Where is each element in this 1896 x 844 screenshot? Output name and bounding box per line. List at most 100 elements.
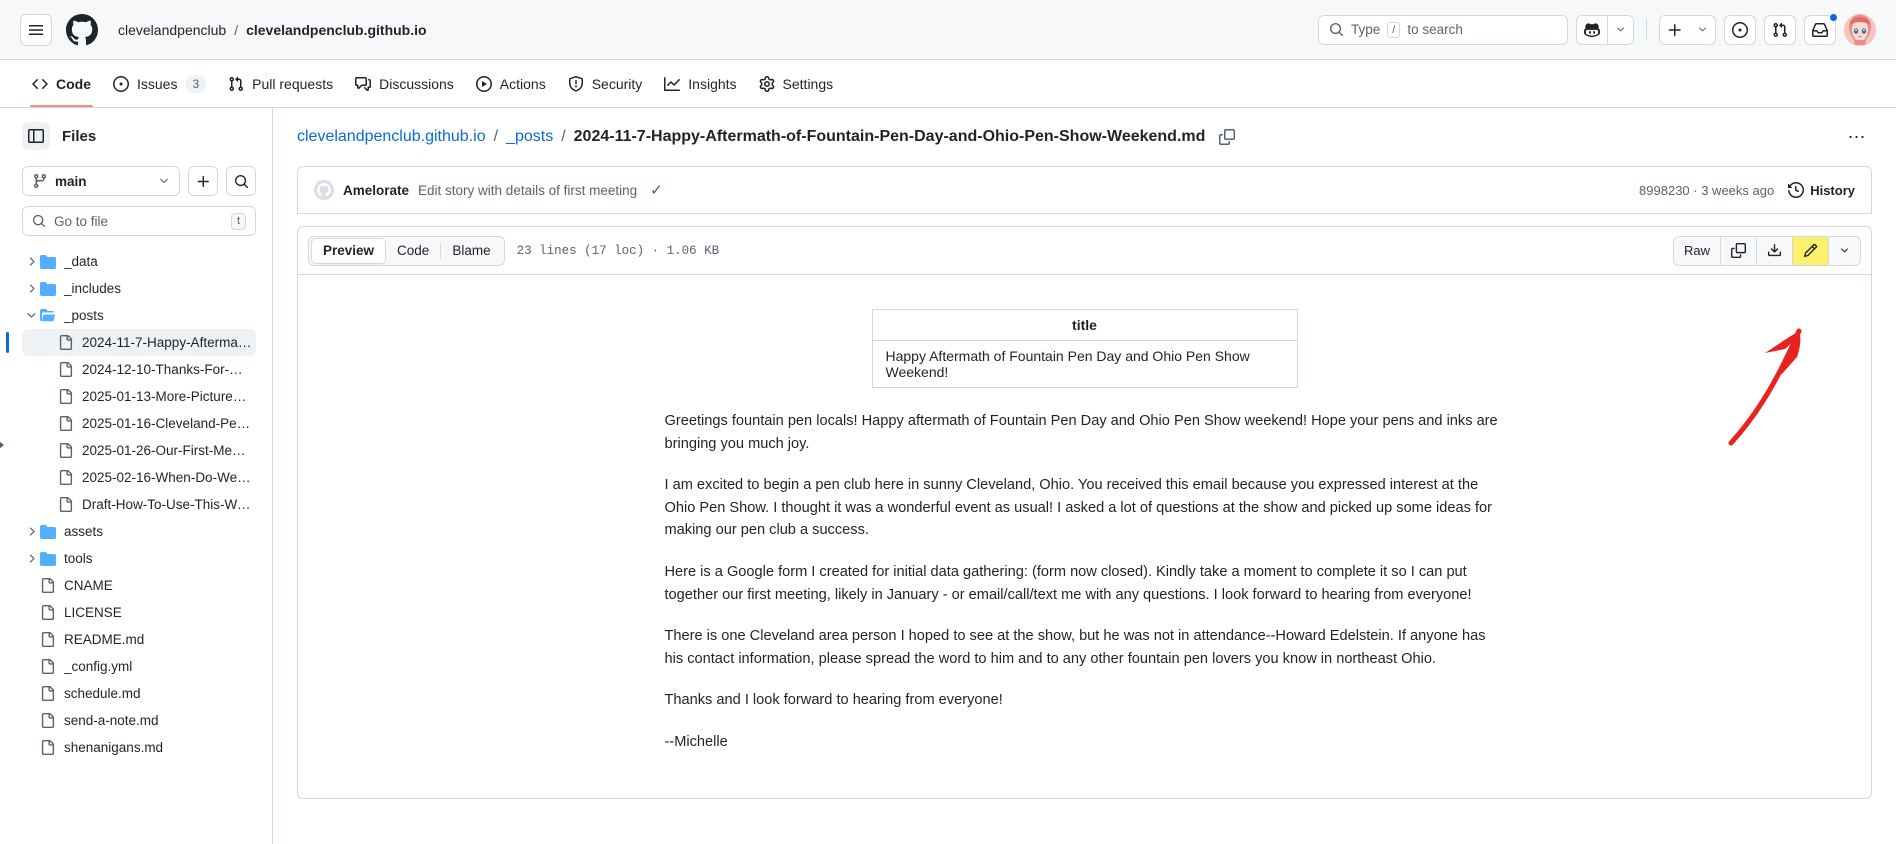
repo-nav-issues[interactable]: Issues 3 — [103, 60, 216, 107]
header-owner-link[interactable]: clevelandpenclub — [118, 22, 226, 38]
tree-item-label: schedule.md — [64, 686, 141, 701]
tree-file-row[interactable]: 2025-01-26-Our-First-Meeting.... — [22, 437, 256, 464]
repo-nav-discussions[interactable]: Discussions — [345, 60, 464, 107]
create-new-dropdown-chevron[interactable] — [1690, 16, 1715, 44]
notifications-button[interactable] — [1804, 12, 1838, 45]
triangle-right-icon — [0, 441, 4, 449]
tree-folder-row[interactable]: assets — [22, 518, 256, 545]
tree-file-row[interactable]: README.md — [22, 626, 256, 653]
copilot-button[interactable] — [1576, 14, 1634, 45]
folder-icon — [40, 308, 55, 321]
search-files-button[interactable] — [226, 166, 256, 196]
create-new-button[interactable] — [1659, 14, 1716, 45]
tree-file-row[interactable]: schedule.md — [22, 680, 256, 707]
breadcrumb-repo-link[interactable]: clevelandpenclub.github.io — [297, 128, 486, 146]
sidebar-resize-handle[interactable] — [0, 438, 7, 452]
file-icon — [59, 335, 73, 350]
download-raw-file-button[interactable] — [1757, 236, 1793, 265]
copy-path-button[interactable] — [1219, 129, 1236, 145]
tree-file-row[interactable]: 2025-02-16-When-Do-We-Mee... — [22, 464, 256, 491]
raw-button[interactable]: Raw — [1673, 236, 1721, 265]
branch-selector[interactable]: main — [22, 166, 180, 196]
file-icon — [40, 686, 64, 701]
tree-item-label: CNAME — [64, 578, 113, 593]
chevron-right-icon — [29, 527, 35, 536]
folder-icon — [40, 254, 64, 270]
search-placeholder-prefix: Type — [1351, 22, 1381, 37]
search-icon — [234, 174, 248, 188]
repo-nav-pull-requests-label: Pull requests — [252, 75, 334, 92]
tree-file-row[interactable]: 2025-01-16-Cleveland-Pen-Clu... — [22, 410, 256, 437]
file-icon — [58, 416, 82, 431]
github-mark-icon — [317, 183, 331, 197]
copilot-icon-wrap[interactable] — [1577, 16, 1607, 44]
go-to-file-input[interactable]: Go to file t — [22, 206, 256, 236]
repo-nav-insights[interactable]: Insights — [654, 60, 746, 107]
file-icon — [59, 443, 73, 458]
your-issues-button[interactable] — [1724, 14, 1756, 45]
edit-file-pencil-icon — [1803, 243, 1818, 258]
add-file-button[interactable] — [188, 166, 218, 196]
chevron-down-icon — [1617, 27, 1624, 32]
issue-opened-icon — [113, 75, 129, 92]
commit-author-avatar[interactable] — [314, 180, 334, 200]
more-options-button[interactable]: ⋯ — [1842, 122, 1872, 152]
global-menu-button[interactable] — [20, 13, 52, 46]
edit-options-dropdown-button[interactable] — [1829, 236, 1860, 265]
file-toolbar: Preview Code Blame 23 lines (17 loc) · 1… — [298, 227, 1871, 275]
history-link[interactable]: History — [1788, 182, 1855, 198]
file-icon — [58, 389, 82, 404]
plus-icon-wrap[interactable] — [1660, 16, 1690, 44]
copilot-dropdown-chevron[interactable] — [1608, 16, 1633, 44]
tree-file-row[interactable]: 2024-11-7-Happy-Aftermath-of... — [6, 329, 256, 356]
search-input[interactable]: Type / to search — [1318, 14, 1568, 45]
toggle-sidebar-button[interactable] — [22, 122, 50, 150]
tree-folder-row[interactable]: _data — [22, 248, 256, 275]
file-content-area: clevelandpenclub.github.io / _posts / 20… — [273, 108, 1896, 844]
tab-code[interactable]: Code — [386, 238, 440, 264]
github-logo[interactable] — [66, 13, 98, 46]
page-layout: Files main Go to file t _data _includes … — [0, 108, 1896, 844]
tree-file-row[interactable]: CNAME — [22, 572, 256, 599]
history-label: History — [1810, 182, 1855, 198]
commit-author-name[interactable]: Amelorate — [343, 183, 409, 198]
file-icon — [41, 605, 55, 620]
search-slash-key: / — [1387, 21, 1401, 38]
tree-file-row[interactable]: 2025-01-13-More-Pictures-of-t... — [22, 383, 256, 410]
play-icon — [475, 75, 492, 92]
user-avatar[interactable] — [1844, 13, 1876, 46]
tree-item-label: tools — [64, 551, 93, 566]
copy-raw-content-button[interactable] — [1721, 236, 1757, 265]
edit-file-button[interactable] — [1793, 236, 1829, 265]
files-header: Files — [22, 112, 256, 160]
tree-file-row[interactable]: send-a-note.md — [22, 707, 256, 734]
tree-file-row[interactable]: _config.yml — [22, 653, 256, 680]
folder-icon — [40, 524, 56, 539]
repo-nav-pull-requests[interactable]: Pull requests — [218, 60, 343, 107]
file-icon — [41, 740, 55, 755]
search-icon — [1329, 22, 1344, 37]
repo-nav-settings[interactable]: Settings — [749, 60, 844, 107]
commit-status-check-icon[interactable]: ✓ — [650, 181, 663, 199]
tree-file-row[interactable]: shenanigans.md — [22, 734, 256, 761]
history-icon — [1788, 182, 1805, 198]
hamburger-icon — [29, 24, 43, 35]
tab-preview[interactable]: Preview — [311, 237, 387, 264]
repo-nav-security-label: Security — [591, 75, 643, 92]
repo-nav-actions[interactable]: Actions — [466, 60, 556, 107]
breadcrumb-folder-link[interactable]: _posts — [506, 128, 553, 146]
repo-nav-code[interactable]: Code — [22, 60, 101, 107]
tree-folder-row[interactable]: tools — [22, 545, 256, 572]
tree-file-row[interactable]: 2024-12-10-Thanks-For-Respo... — [22, 356, 256, 383]
repo-nav-security[interactable]: Security — [558, 60, 653, 107]
tree-file-row[interactable]: Draft-How-To-Use-This-Websit... — [22, 491, 256, 518]
your-pull-requests-button[interactable] — [1764, 14, 1796, 45]
tab-blame[interactable]: Blame — [441, 238, 501, 264]
tree-folder-row[interactable]: _includes — [22, 275, 256, 302]
chevron-down-icon — [22, 309, 40, 322]
file-icon — [58, 470, 82, 485]
tree-file-row[interactable]: LICENSE — [22, 599, 256, 626]
commit-message[interactable]: Edit story with details of first meeting — [418, 183, 637, 198]
tree-folder-row[interactable]: _posts — [22, 302, 256, 329]
header-repo-link[interactable]: clevelandpenclub.github.io — [246, 22, 426, 38]
